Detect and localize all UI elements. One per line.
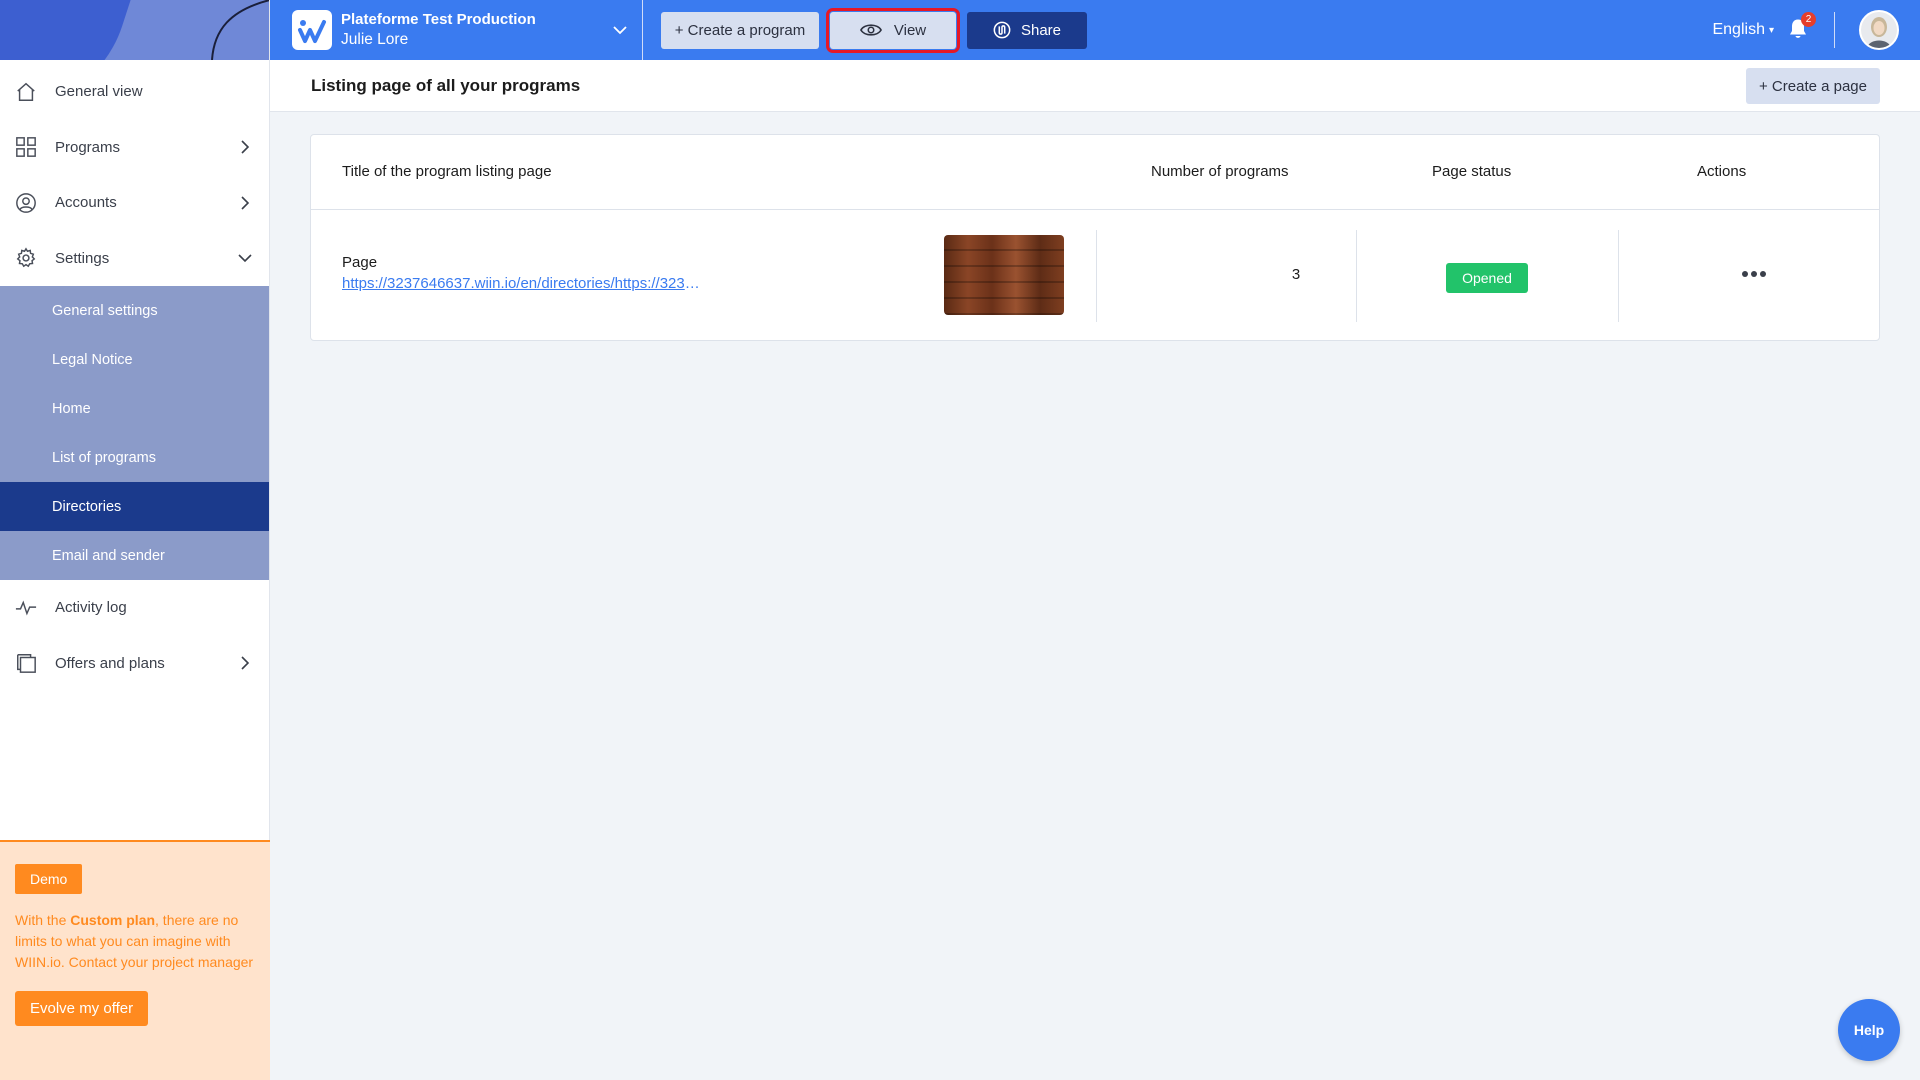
wiin-logo (292, 10, 332, 50)
page-thumbnail-image (944, 235, 1064, 315)
user-avatar-image (1861, 12, 1897, 48)
column-header-status: Page status (1432, 163, 1512, 180)
sidebar-item-label: Programs (55, 138, 121, 156)
brand-shape (0, 0, 147, 60)
chevron-down-icon (613, 26, 627, 35)
user-circle-icon (14, 191, 38, 215)
page-header: Listing page of all your programs + Crea… (270, 60, 1920, 112)
submenu-item-email-and-sender[interactable]: Email and sender (0, 531, 269, 580)
page-title-cell: Page https://3237646637.wiin.io/en/direc… (342, 254, 702, 292)
table-row: Page https://3237646637.wiin.io/en/direc… (311, 210, 1879, 341)
org-text: Plateforme Test Production Julie Lore (341, 11, 536, 50)
more-dot-icon (1751, 271, 1757, 277)
submenu-item-legal-notice[interactable]: Legal Notice (0, 335, 269, 384)
promo-plan-name: Custom plan (70, 912, 156, 928)
row-page-name: Page (342, 254, 378, 271)
topbar-divider (1834, 12, 1835, 48)
sidebar-item-general-view[interactable]: General view (0, 64, 269, 120)
sidebar-item-label: Accounts (55, 194, 117, 212)
evolve-offer-button[interactable]: Evolve my offer (15, 991, 149, 1026)
sidebar-item-activity-log[interactable]: Activity log (0, 580, 269, 636)
chevron-down-icon (238, 254, 252, 263)
sidebar-item-programs[interactable]: Programs (0, 120, 269, 176)
share-icon (993, 21, 1011, 39)
submenu-item-general-settings[interactable]: General settings (0, 286, 269, 335)
column-divider (1096, 230, 1097, 322)
copy-icon (14, 651, 38, 675)
sidebar-item-label: Offers and plans (55, 654, 165, 672)
column-header-actions: Actions (1697, 163, 1747, 180)
column-divider (1356, 230, 1357, 322)
sidebar-item-settings[interactable]: Settings (0, 231, 269, 287)
share-button[interactable]: Share (967, 11, 1087, 49)
promo-text: With the Custom plan, there are no limit… (15, 910, 255, 973)
chevron-right-icon (241, 656, 250, 670)
page-title: Listing page of all your programs (311, 75, 581, 95)
settings-submenu: General settings Legal Notice Home List … (0, 286, 269, 580)
activity-icon (14, 596, 38, 620)
topbar-right: English ▾ 2 (1712, 0, 1920, 60)
topbar: Plateforme Test Production Julie Lore + … (270, 0, 1920, 60)
sidebar-item-label: General view (55, 83, 143, 101)
share-button-label: Share (1020, 21, 1062, 39)
brand-curve (211, 0, 269, 60)
notification-badge: 2 (1801, 12, 1816, 27)
row-page-url-link[interactable]: https://3237646637.wiin.io/en/directorie… (342, 275, 702, 292)
user-name: Julie Lore (341, 30, 409, 48)
language-selector[interactable]: English ▾ (1712, 21, 1774, 39)
submenu-item-list-of-programs[interactable]: List of programs (0, 433, 269, 482)
notifications-button[interactable]: 2 (1788, 12, 1816, 42)
org-switcher[interactable]: Plateforme Test Production Julie Lore (270, 0, 643, 60)
grid-icon (14, 135, 38, 159)
eye-icon (859, 22, 882, 38)
column-divider (1618, 230, 1619, 322)
sidebar-nav: General view Programs Accounts Settings … (0, 60, 269, 691)
promo-text-before: With the (15, 912, 71, 928)
listing-table: Title of the program listing page Number… (310, 134, 1880, 341)
sidebar-item-label: Settings (55, 249, 110, 267)
wiin-logo-icon (298, 20, 326, 43)
more-dot-icon (1742, 271, 1748, 277)
sidebar-item-accounts[interactable]: Accounts (0, 175, 269, 231)
sidebar-item-offers-and-plans[interactable]: Offers and plans (0, 636, 269, 692)
view-button[interactable]: View (826, 7, 960, 53)
plan-promo: Demo With the Custom plan, there are no … (0, 840, 270, 1080)
gear-icon (14, 246, 38, 270)
submenu-item-home[interactable]: Home (0, 384, 269, 433)
plan-badge: Demo (15, 864, 83, 894)
view-button-label: View (893, 21, 927, 39)
help-button[interactable]: Help (1838, 999, 1900, 1061)
status-badge: Opened (1446, 263, 1528, 293)
language-label: English (1712, 21, 1765, 38)
column-header-count: Number of programs (1151, 163, 1289, 180)
column-header-title: Title of the program listing page (342, 163, 552, 180)
create-program-button[interactable]: + Create a program (661, 11, 819, 49)
submenu-item-directories[interactable]: Directories (0, 482, 269, 531)
create-page-button[interactable]: + Create a page (1746, 68, 1880, 104)
chevron-right-icon (241, 140, 250, 154)
avatar[interactable] (1859, 10, 1899, 50)
chevron-right-icon (241, 196, 250, 210)
home-icon (14, 80, 38, 104)
brand-banner (0, 0, 269, 60)
caret-down-icon: ▾ (1768, 24, 1774, 36)
sidebar: General view Programs Accounts Settings … (0, 0, 270, 1080)
row-actions-button[interactable] (1737, 262, 1771, 286)
more-dot-icon (1760, 271, 1766, 277)
org-name: Plateforme Test Production (341, 10, 536, 28)
sidebar-item-label: Activity log (55, 599, 127, 617)
table-header: Title of the program listing page Number… (311, 135, 1879, 210)
program-count: 3 (1291, 266, 1301, 283)
